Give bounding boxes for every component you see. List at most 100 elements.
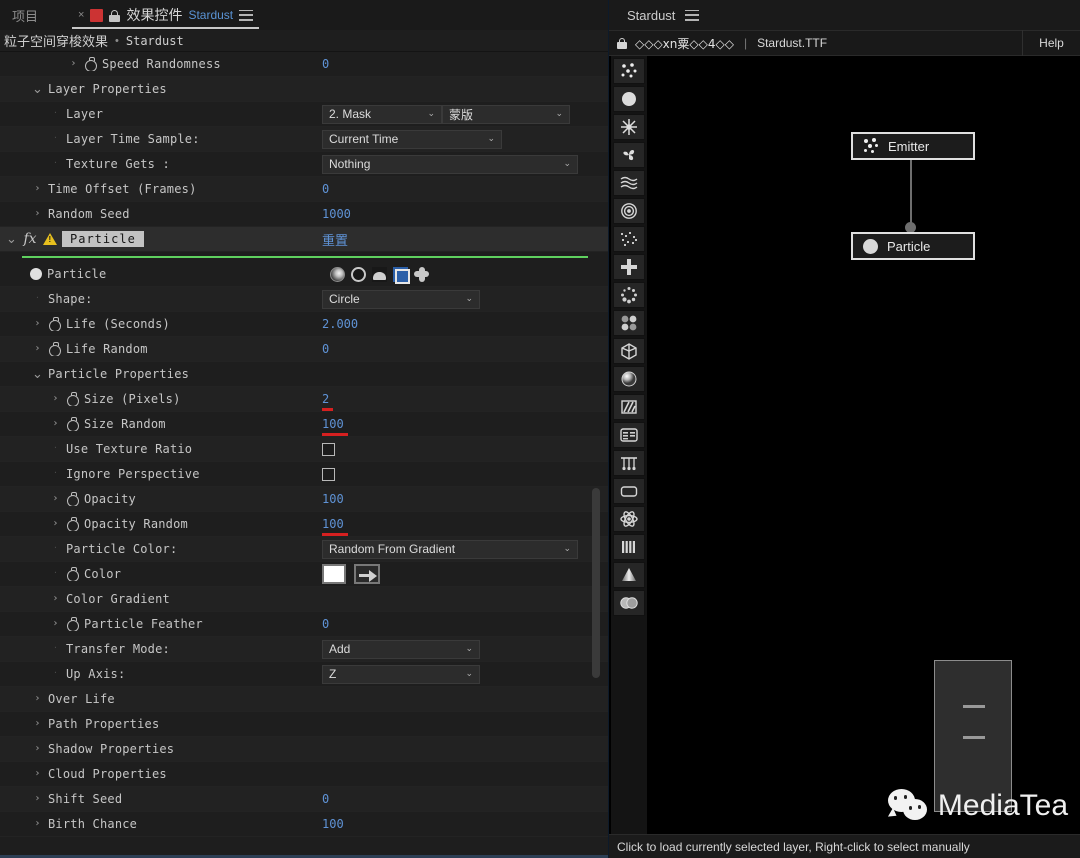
opacity-value[interactable]: 100 bbox=[322, 492, 344, 506]
particle-dome-icon[interactable] bbox=[372, 266, 387, 282]
chevron-right-icon[interactable]: › bbox=[32, 794, 43, 804]
property-row-particle-node[interactable]: Particle bbox=[0, 262, 608, 287]
color-swatch[interactable] bbox=[322, 564, 346, 584]
breadcrumb-effect[interactable]: Stardust bbox=[126, 34, 184, 48]
tab-effect-controls[interactable]: × 效果控件 Stardust bbox=[68, 0, 264, 30]
property-row-cloud-properties[interactable]: › Cloud Properties bbox=[0, 762, 608, 787]
chevron-right-icon[interactable]: › bbox=[32, 744, 43, 754]
life-random-value[interactable]: 0 bbox=[322, 342, 329, 356]
time-offset-frames-value[interactable]: 0 bbox=[322, 182, 329, 196]
left-panel-scrollbar[interactable] bbox=[592, 488, 600, 678]
bars-tool[interactable] bbox=[613, 534, 645, 560]
breadcrumb-comp[interactable]: 粒子空间穿梭效果 bbox=[4, 31, 108, 50]
up-axis-dropdown[interactable]: Z ⌄ bbox=[322, 664, 480, 684]
property-row-color[interactable]: · Color bbox=[0, 562, 608, 587]
chevron-right-icon[interactable]: › bbox=[32, 819, 43, 829]
particle-tool[interactable] bbox=[613, 86, 645, 112]
field-tool[interactable] bbox=[613, 394, 645, 420]
property-row-layer-properties[interactable]: ⌄ Layer Properties bbox=[0, 77, 608, 102]
stopwatch-icon[interactable] bbox=[66, 392, 79, 406]
chevron-right-icon[interactable]: › bbox=[50, 494, 61, 504]
cone-tool[interactable] bbox=[613, 562, 645, 588]
property-row-size-pixels[interactable]: › Size (Pixels) 2 bbox=[0, 387, 608, 412]
close-icon[interactable]: × bbox=[78, 9, 84, 21]
panel-menu-icon[interactable] bbox=[239, 9, 254, 21]
ignore-perspective-checkbox[interactable] bbox=[322, 467, 335, 481]
chevron-right-icon[interactable]: › bbox=[50, 519, 61, 529]
noise-tool[interactable] bbox=[613, 226, 645, 252]
stopwatch-icon[interactable] bbox=[48, 342, 61, 356]
property-row-particle-feather[interactable]: › Particle Feather 0 bbox=[0, 612, 608, 637]
layer-dropdown-secondary[interactable]: 蒙版 ⌄ bbox=[442, 104, 570, 124]
tab-project[interactable]: 项目 bbox=[0, 0, 68, 30]
texture-gets-dropdown[interactable]: Nothing ⌄ bbox=[322, 154, 578, 174]
node-emitter[interactable]: Emitter bbox=[851, 132, 975, 160]
property-row-shift-seed[interactable]: › Shift Seed 0 bbox=[0, 787, 608, 812]
turbulence-tool[interactable] bbox=[613, 142, 645, 168]
chevron-right-icon[interactable]: › bbox=[32, 344, 43, 354]
speed-randomness-value[interactable]: 0 bbox=[322, 57, 329, 71]
shape-dropdown[interactable]: Circle ⌄ bbox=[322, 289, 480, 309]
chevron-right-icon[interactable]: › bbox=[32, 769, 43, 779]
stopwatch-icon[interactable] bbox=[66, 417, 79, 431]
property-row-ignore-perspective[interactable]: · Ignore Perspective bbox=[0, 462, 608, 487]
chevron-right-icon[interactable]: › bbox=[32, 719, 43, 729]
toolbar-lock-icon[interactable] bbox=[609, 37, 635, 49]
layer-time-sample-dropdown[interactable]: Current Time ⌄ bbox=[322, 129, 502, 149]
chevron-right-icon[interactable]: › bbox=[32, 319, 43, 329]
lock-icon[interactable] bbox=[109, 9, 121, 22]
property-row-speed-randomness[interactable]: › Speed Randomness 0 bbox=[0, 52, 608, 77]
stopwatch-icon[interactable] bbox=[66, 567, 79, 581]
property-row-life-seconds[interactable]: › Life (Seconds) 2.000 bbox=[0, 312, 608, 337]
chevron-right-icon[interactable]: › bbox=[50, 419, 61, 429]
dissolve-tool[interactable] bbox=[613, 282, 645, 308]
stopwatch-icon[interactable] bbox=[84, 57, 97, 71]
gravity-tool[interactable] bbox=[613, 198, 645, 224]
property-row-particle-color[interactable]: · Particle Color: Random From Gradient ⌄ bbox=[0, 537, 608, 562]
property-row-birth-chance[interactable]: › Birth Chance 100 bbox=[0, 812, 608, 837]
particle-sphere-icon[interactable] bbox=[330, 266, 345, 282]
birth-chance-value[interactable]: 100 bbox=[322, 817, 344, 831]
property-row-texture-gets[interactable]: · Texture Gets : Nothing ⌄ bbox=[0, 152, 608, 177]
property-row-time-offset-frames[interactable]: › Time Offset (Frames) 0 bbox=[0, 177, 608, 202]
opacity-random-value[interactable]: 100 bbox=[322, 517, 348, 536]
particle-color-dropdown[interactable]: Random From Gradient ⌄ bbox=[322, 539, 578, 559]
effect-name[interactable]: Particle bbox=[62, 231, 144, 247]
chevron-down-icon[interactable]: ⌄ bbox=[32, 368, 43, 381]
property-row-size-random[interactable]: › Size Random 100 bbox=[0, 412, 608, 437]
property-row-layer-time-sample[interactable]: · Layer Time Sample: Current Time ⌄ bbox=[0, 127, 608, 152]
stopwatch-icon[interactable] bbox=[48, 317, 61, 331]
tab-stardust-label[interactable]: Stardust bbox=[627, 8, 675, 23]
chevron-right-icon[interactable]: › bbox=[50, 594, 61, 604]
property-row-life-random[interactable]: › Life Random 0 bbox=[0, 337, 608, 362]
chevron-down-icon[interactable]: ⌄ bbox=[6, 233, 17, 246]
chevron-right-icon[interactable]: › bbox=[50, 619, 61, 629]
fx-icon[interactable]: fx bbox=[22, 231, 38, 247]
effect-header-row[interactable]: ⌄ fx Particle 重置 bbox=[0, 227, 608, 252]
node-particle[interactable]: Particle bbox=[851, 232, 975, 260]
reset-button[interactable]: 重置 bbox=[322, 230, 348, 249]
stopwatch-icon[interactable] bbox=[66, 617, 79, 631]
property-row-path-properties[interactable]: › Path Properties bbox=[0, 712, 608, 737]
floating-mini-panel[interactable] bbox=[934, 660, 1012, 812]
property-row-use-texture-ratio[interactable]: · Use Texture Ratio bbox=[0, 437, 608, 462]
wave-tool[interactable] bbox=[613, 170, 645, 196]
chain-tool[interactable] bbox=[613, 450, 645, 476]
particle-box-icon[interactable] bbox=[393, 266, 410, 284]
stopwatch-icon[interactable] bbox=[66, 517, 79, 531]
eyedropper-icon[interactable] bbox=[354, 564, 380, 584]
text-tool[interactable] bbox=[613, 422, 645, 448]
help-button[interactable]: Help bbox=[1022, 30, 1080, 56]
add-tool[interactable] bbox=[613, 254, 645, 280]
property-row-color-gradient[interactable]: › Color Gradient bbox=[0, 587, 608, 612]
screen-tool[interactable] bbox=[613, 478, 645, 504]
random-seed-value[interactable]: 1000 bbox=[322, 207, 351, 221]
atom-tool[interactable] bbox=[613, 506, 645, 532]
property-row-over-life[interactable]: › Over Life bbox=[0, 687, 608, 712]
shift-seed-value[interactable]: 0 bbox=[322, 792, 329, 806]
emitter-tool[interactable] bbox=[613, 58, 645, 84]
chevron-right-icon[interactable]: › bbox=[50, 394, 61, 404]
property-row-opacity-random[interactable]: › Opacity Random 100 bbox=[0, 512, 608, 537]
chevron-down-icon[interactable]: ⌄ bbox=[32, 83, 43, 96]
property-row-layer[interactable]: · Layer 2. Mask ⌄ 蒙版 ⌄ bbox=[0, 102, 608, 127]
